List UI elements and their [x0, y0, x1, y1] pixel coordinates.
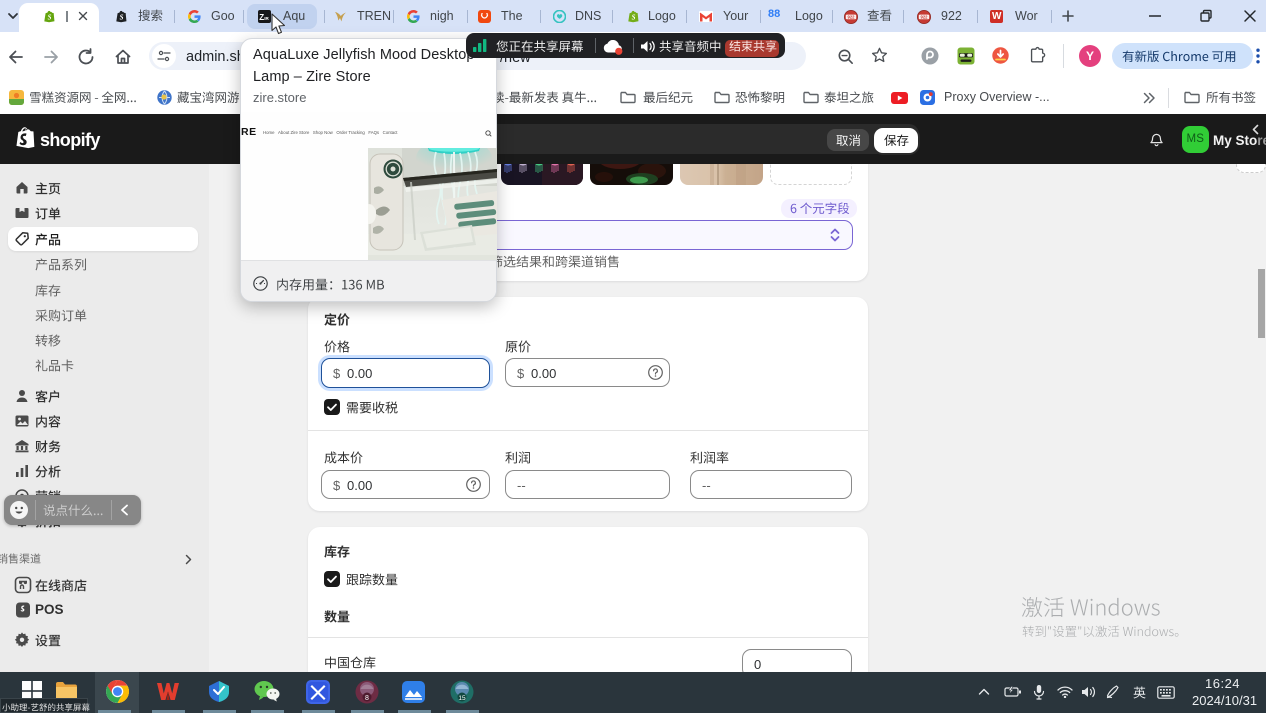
- svg-text:922: 922: [921, 14, 929, 19]
- svg-text:S: S: [632, 14, 636, 21]
- svg-text:8: 8: [365, 695, 369, 702]
- svg-text:922: 922: [848, 14, 856, 19]
- svg-text:15: 15: [458, 695, 466, 702]
- svg-text:S: S: [120, 14, 124, 21]
- svg-text:S: S: [48, 14, 52, 21]
